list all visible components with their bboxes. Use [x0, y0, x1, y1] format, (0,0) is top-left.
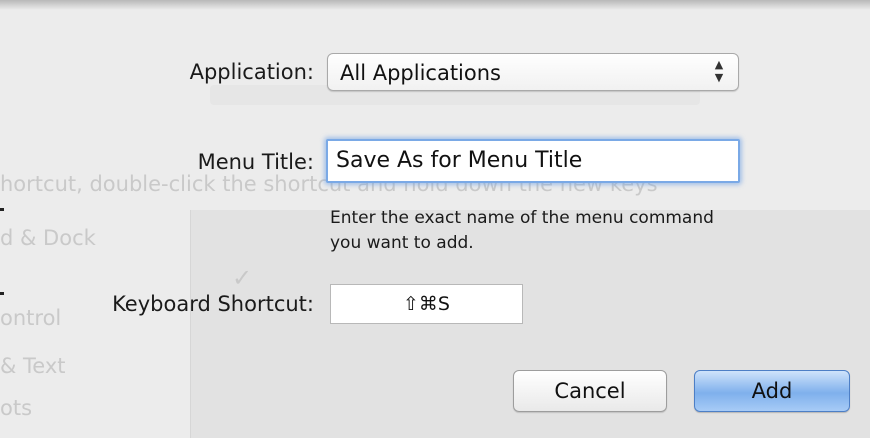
- menu-title-hint: Enter the exact name of the menu command…: [330, 206, 850, 256]
- menu-title-label: Menu Title:: [197, 150, 314, 174]
- application-popup-value: All Applications: [340, 61, 501, 85]
- keyboard-shortcut-label: Keyboard Shortcut:: [112, 292, 314, 316]
- menu-title-field[interactable]: Save As for Menu Title: [326, 139, 740, 183]
- background-sidebar-item: d & Dock: [0, 226, 96, 250]
- background-sidebar-item: & Text: [0, 354, 66, 378]
- application-popup[interactable]: All Applications ▲ ▼: [327, 53, 739, 91]
- up-down-arrows-icon: ▲ ▼: [714, 58, 724, 84]
- sheet-top-shadow: [0, 0, 870, 10]
- menu-title-hint-line: you want to add.: [330, 233, 474, 253]
- background-edge-mark: [0, 292, 4, 295]
- background-edge-mark: [0, 208, 4, 211]
- background-sidebar-item: ots: [0, 396, 33, 420]
- background-checkmark-icon: ✓: [232, 264, 253, 292]
- cancel-button[interactable]: Cancel: [513, 370, 667, 412]
- background-sidebar-item: ontrol: [0, 306, 62, 330]
- menu-title-field-value: Save As for Menu Title: [336, 148, 583, 173]
- keyboard-shortcut-field[interactable]: ⇧⌘S: [330, 284, 523, 324]
- menu-title-hint-line: Enter the exact name of the menu command: [330, 208, 714, 228]
- application-label: Application:: [189, 60, 314, 84]
- add-button[interactable]: Add: [694, 370, 850, 412]
